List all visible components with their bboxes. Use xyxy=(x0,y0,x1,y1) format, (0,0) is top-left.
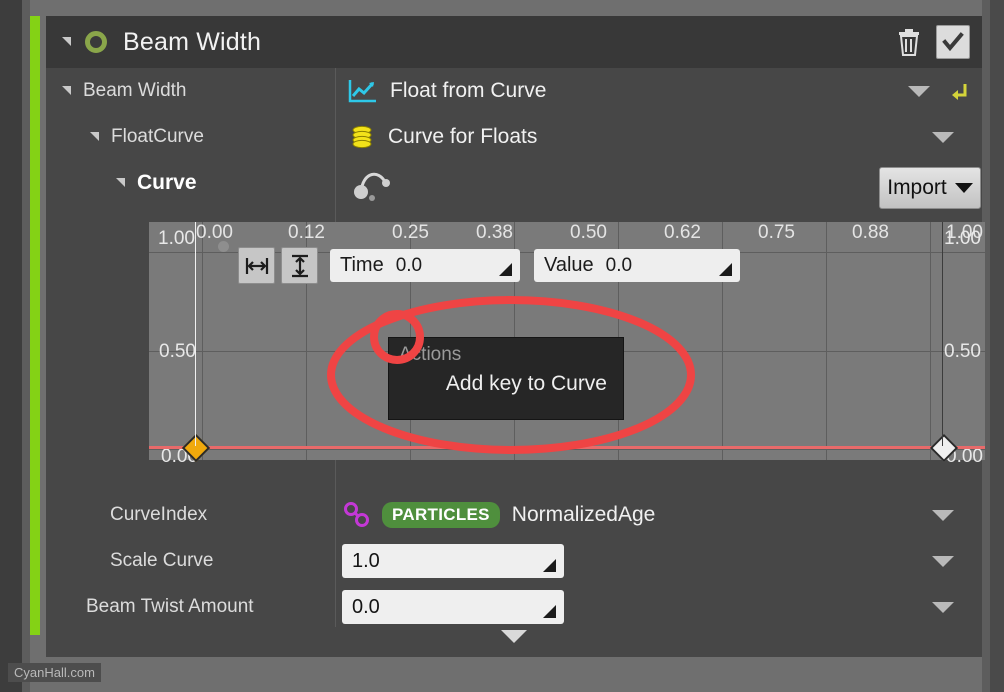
x-tick-7: 0.88 xyxy=(852,222,889,243)
distribution-name: NormalizedAge xyxy=(511,503,656,526)
property-row-floatcurve: FloatCurve Curve for Floats xyxy=(46,114,982,160)
x-tick-4: 0.50 xyxy=(570,222,607,243)
editor-left-gutter xyxy=(0,0,22,692)
watermark: CyanHall.com xyxy=(8,663,101,682)
curve-editor-toolbar: Time 0.0 Value 0.0 xyxy=(238,247,740,284)
value-input[interactable]: Value 0.0 xyxy=(534,249,740,282)
x-tick-1: 0.12 xyxy=(288,222,325,243)
trash-icon[interactable] xyxy=(896,28,922,56)
time-label: Time xyxy=(340,254,384,276)
time-input[interactable]: Time 0.0 xyxy=(330,249,520,282)
editor-right-scrollbar[interactable] xyxy=(990,0,1004,692)
module-expand-triangle-icon[interactable] xyxy=(62,33,71,51)
drag-handle-icon[interactable] xyxy=(543,559,556,572)
time-cursor-line xyxy=(195,222,196,446)
property-row-scale-curve: Scale Curve 1.0 xyxy=(46,538,982,584)
value-label: Value xyxy=(544,254,594,276)
curve-graph-icon xyxy=(348,80,376,103)
import-button[interactable]: Import xyxy=(879,167,981,209)
value-value: 0.0 xyxy=(605,254,633,276)
scale-curve-input[interactable]: 1.0 xyxy=(342,544,564,578)
drag-handle-icon[interactable] xyxy=(499,263,512,276)
module-collapse-bar[interactable] xyxy=(46,627,982,657)
graph-handle-dot[interactable] xyxy=(218,241,229,252)
field-value: 1.0 xyxy=(352,549,380,572)
editor-left-gutter-inner xyxy=(22,0,30,692)
curve-line[interactable] xyxy=(149,446,985,449)
row-value-beam-width[interactable]: Float from Curve xyxy=(348,78,546,104)
x-tick-2: 0.25 xyxy=(392,222,429,243)
row-dropdown-arrow-icon[interactable] xyxy=(932,132,954,143)
chevron-down-icon xyxy=(954,183,973,193)
row-label: CurveIndex xyxy=(110,504,208,525)
row-value-floatcurve[interactable]: Curve for Floats xyxy=(348,123,537,151)
property-row-beam-twist-amount: Beam Twist Amount 0.0 xyxy=(46,584,982,630)
emitter-module-icon xyxy=(85,31,107,53)
context-menu-header: Actions xyxy=(399,344,462,365)
module-header[interactable]: Beam Width xyxy=(46,16,982,68)
time-value: 0.0 xyxy=(395,254,423,276)
row-dropdown-arrow-icon[interactable] xyxy=(932,556,954,567)
particle-module-editor: Beam Width Beam Width Float from Curve F… xyxy=(0,0,1004,692)
row-value-text: Curve for Floats xyxy=(388,125,538,148)
database-stack-icon xyxy=(352,125,372,149)
reset-to-default-icon[interactable] xyxy=(948,80,970,107)
row-dropdown-arrow-icon[interactable] xyxy=(932,510,954,521)
row-dropdown-arrow-icon[interactable] xyxy=(908,86,930,97)
fit-vertical-icon[interactable] xyxy=(281,247,318,284)
particles-badge: PARTICLES xyxy=(382,502,500,528)
module-header-actions xyxy=(896,16,970,68)
x-tick-3: 0.38 xyxy=(476,222,513,243)
row-label: Beam Twist Amount xyxy=(86,596,254,617)
row-label: Beam Width xyxy=(83,80,187,101)
row-dropdown-arrow-icon[interactable] xyxy=(932,602,954,613)
link-chain-icon xyxy=(344,502,369,527)
end-cursor-line xyxy=(942,222,943,446)
row-label: Scale Curve xyxy=(110,550,214,571)
fit-horizontal-icon[interactable] xyxy=(238,247,275,284)
checkmark-icon xyxy=(942,32,964,52)
y-tick-right-1: 0.50 xyxy=(944,341,981,362)
import-label: Import xyxy=(887,176,947,199)
y-tick-left-0: 1.00 xyxy=(158,228,195,249)
distribution-value[interactable]: PARTICLES NormalizedAge xyxy=(342,500,655,530)
curve-context-menu: Actions Add key to Curve xyxy=(388,337,624,420)
context-menu-item-add-key[interactable]: Add key to Curve xyxy=(389,372,623,396)
x-tick-5: 0.62 xyxy=(664,222,701,243)
property-row-curveindex: CurveIndex PARTICLES NormalizedAge xyxy=(46,492,982,538)
row-value-text: Float from Curve xyxy=(390,79,547,102)
x-tick-0: 0.00 xyxy=(196,222,233,243)
y-tick-left-1: 0.50 xyxy=(159,341,196,362)
drag-handle-icon[interactable] xyxy=(543,605,556,618)
beam-twist-amount-input[interactable]: 0.0 xyxy=(342,590,564,624)
drag-handle-icon[interactable] xyxy=(719,263,732,276)
expand-triangle-icon[interactable] xyxy=(62,82,71,100)
expand-triangle-icon[interactable] xyxy=(116,174,125,192)
module-accent-bar xyxy=(30,16,40,635)
x-tick-6: 0.75 xyxy=(758,222,795,243)
expand-triangle-icon[interactable] xyxy=(90,128,99,146)
field-value: 0.0 xyxy=(352,595,380,618)
property-row-beam-width: Beam Width Float from Curve xyxy=(46,68,982,114)
module-title: Beam Width xyxy=(123,27,262,56)
row-label: FloatCurve xyxy=(111,126,204,147)
y-tick-right-0: 1.00 xyxy=(944,228,981,249)
module-enabled-checkbox[interactable] xyxy=(936,25,970,59)
